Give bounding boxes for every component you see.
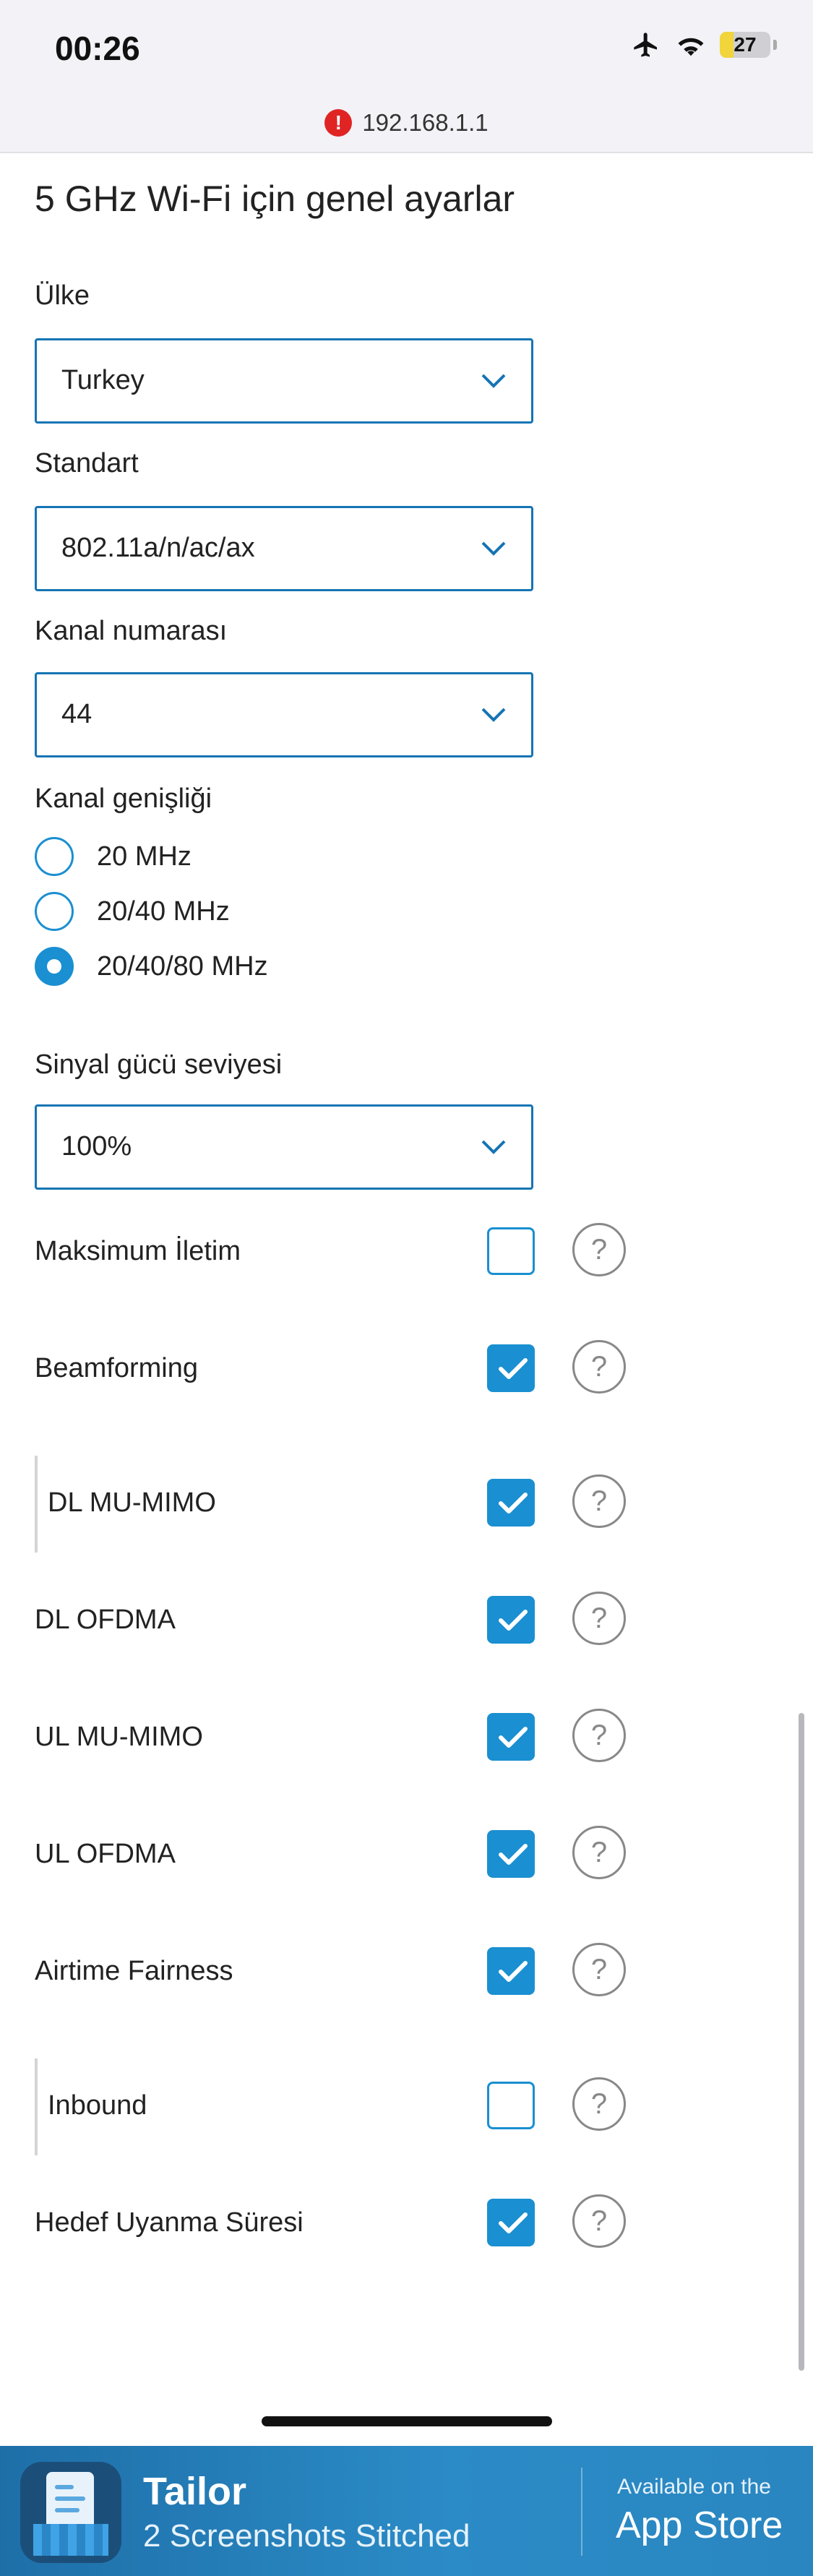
option-label: DL OFDMA (35, 1605, 176, 1635)
checkbox[interactable] (487, 1947, 535, 1995)
option-inbound: Inbound ? (35, 2058, 786, 2155)
url-text: 192.168.1.1 (362, 109, 489, 136)
status-bar: 00:26 27 (0, 0, 813, 94)
option-ul-mu-mimo: UL MU-MIMO ? (35, 1706, 786, 1771)
battery-level: 27 (734, 33, 757, 56)
checkbox[interactable] (487, 2199, 535, 2246)
help-icon[interactable]: ? (572, 1474, 626, 1528)
help-icon[interactable]: ? (572, 1709, 626, 1762)
help-icon[interactable]: ? (572, 1223, 626, 1276)
help-icon[interactable]: ? (572, 1592, 626, 1645)
url-bar[interactable]: ! 192.168.1.1 (0, 94, 813, 153)
scrollbar[interactable] (799, 1713, 804, 2371)
option-dl-mu-mimo: DL MU-MIMO ? (35, 1456, 786, 1553)
radio-channel-width-20-40-80[interactable]: 20/40/80 MHz (35, 947, 268, 986)
option-ul-ofdma: UL OFDMA ? (35, 1823, 786, 1888)
radio-button[interactable] (35, 947, 74, 986)
option-label: DL MU-MIMO (48, 1487, 216, 1518)
standard-label: Standart (35, 448, 139, 478)
radio-channel-width-20-40[interactable]: 20/40 MHz (35, 892, 230, 931)
channel-width-label: Kanal genişliği (35, 783, 212, 814)
signal-power-label: Sinyal gücü seviyesi (35, 1049, 283, 1080)
option-beamforming: Beamforming ? (35, 1337, 786, 1402)
tailor-app-icon (20, 2462, 121, 2563)
checkbox[interactable] (487, 1713, 535, 1761)
app-store-link[interactable]: App Store (616, 2504, 783, 2547)
standard-select[interactable]: 802.11a/n/ac/ax (35, 506, 533, 591)
option-label: Maksimum İletim (35, 1236, 241, 1266)
country-label: Ülke (35, 280, 90, 311)
checkbox[interactable] (487, 1830, 535, 1878)
warning-icon: ! (324, 109, 353, 137)
radio-channel-width-20[interactable]: 20 MHz (35, 837, 192, 876)
option-hedef-uyanma-suresi: Hedef Uyanma Süresi ? (35, 2191, 786, 2257)
promo-banner[interactable]: Tailor 2 Screenshots Stitched Available … (0, 2446, 813, 2576)
page-title: 5 GHz Wi-Fi için genel ayarlar (35, 179, 515, 219)
checkbox[interactable] (487, 2082, 535, 2129)
status-time: 00:26 (55, 30, 140, 67)
banner-app-name: Tailor (143, 2470, 247, 2513)
chevron-down-icon (481, 1140, 506, 1154)
status-icons: 27 (630, 30, 777, 59)
radio-label: 20 MHz (97, 841, 192, 872)
help-icon[interactable]: ? (572, 1943, 626, 1996)
option-label: UL OFDMA (35, 1839, 176, 1869)
option-dl-ofdma: DL OFDMA ? (35, 1589, 786, 1654)
chevron-down-icon (481, 374, 506, 388)
battery-tip (773, 40, 777, 50)
indent-bar (35, 2058, 38, 2155)
radio-button[interactable] (35, 837, 74, 876)
checkbox[interactable] (487, 1596, 535, 1644)
chevron-down-icon (481, 708, 506, 722)
channel-label: Kanal numarası (35, 616, 228, 646)
radio-label: 20/40 MHz (97, 896, 230, 927)
country-value: Turkey (61, 365, 145, 395)
help-icon[interactable]: ? (572, 1826, 626, 1879)
standard-value: 802.11a/n/ac/ax (61, 533, 255, 563)
option-label: Hedef Uyanma Süresi (35, 2207, 304, 2238)
option-label: Airtime Fairness (35, 1956, 233, 1986)
channel-value: 44 (61, 699, 93, 729)
chevron-down-icon (481, 541, 506, 556)
banner-divider (581, 2468, 582, 2556)
signal-power-value: 100% (61, 1131, 132, 1162)
country-select[interactable]: Turkey (35, 338, 533, 424)
checkbox[interactable] (487, 1479, 535, 1527)
airplane-icon (634, 33, 657, 57)
option-label: UL MU-MIMO (35, 1722, 203, 1752)
banner-subtitle: 2 Screenshots Stitched (143, 2518, 470, 2554)
radio-label: 20/40/80 MHz (97, 950, 268, 982)
channel-select[interactable]: 44 (35, 672, 533, 757)
option-label: Beamforming (35, 1353, 198, 1383)
help-icon[interactable]: ? (572, 2077, 626, 2131)
checkbox[interactable] (487, 1227, 535, 1275)
banner-available-text: Available on the (617, 2475, 771, 2499)
help-icon[interactable]: ? (572, 2194, 626, 2248)
indent-bar (35, 1456, 38, 1553)
option-maksimum-iletim: Maksimum İletim ? (35, 1220, 786, 1285)
wifi-icon (678, 38, 704, 56)
help-icon[interactable]: ? (572, 1340, 626, 1394)
option-airtime-fairness: Airtime Fairness ? (35, 1940, 786, 2005)
battery-indicator: 27 (720, 32, 770, 58)
home-indicator (262, 2416, 552, 2426)
signal-power-select[interactable]: 100% (35, 1104, 533, 1190)
option-label: Inbound (48, 2090, 147, 2121)
checkbox[interactable] (487, 1344, 535, 1392)
radio-button[interactable] (35, 892, 74, 931)
